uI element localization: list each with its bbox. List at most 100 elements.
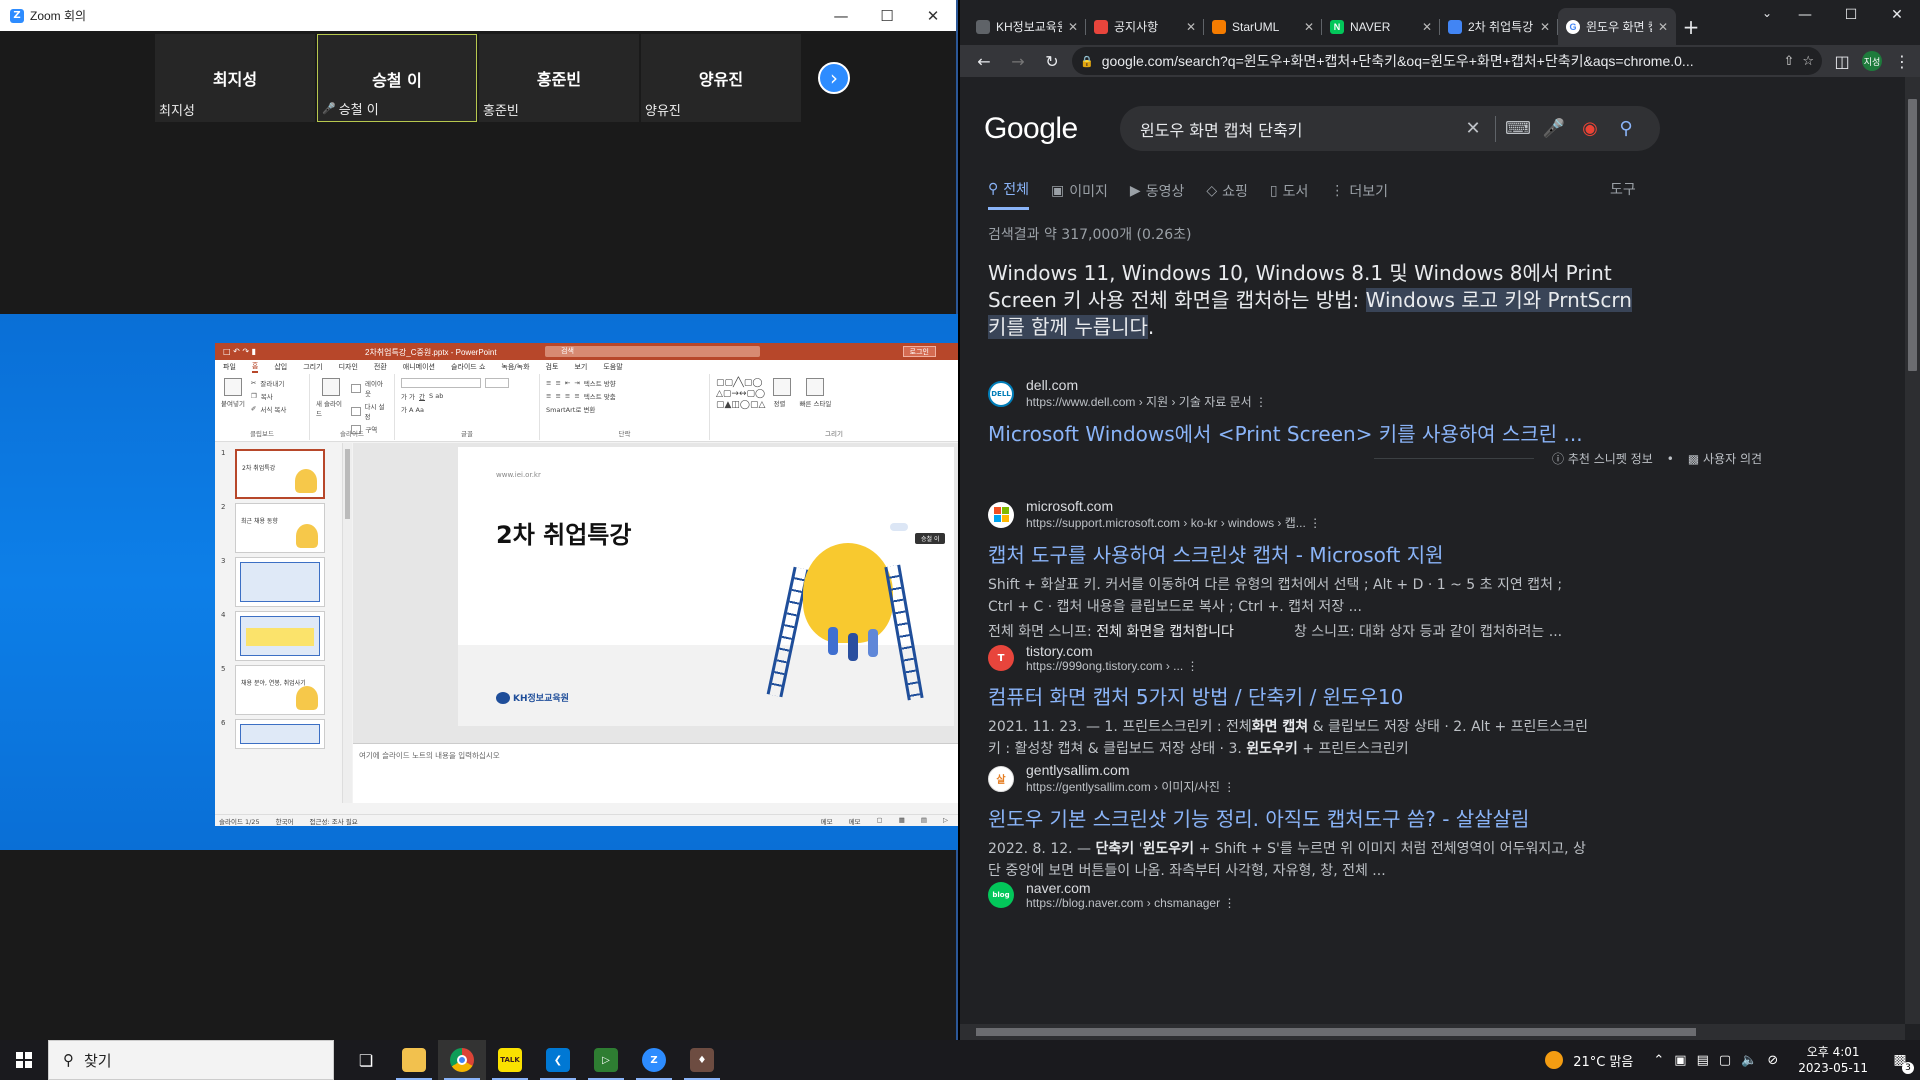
forward-button[interactable]: → <box>1004 47 1032 75</box>
close-tab-icon[interactable]: ✕ <box>1186 20 1196 34</box>
slide-title[interactable]: 2차 취업특강 <box>496 515 631 550</box>
result-title-link[interactable]: 윈도우 기본 스크린샷 기능 정리. 아직도 캡처도구 씀? - 살살살림 <box>988 803 1668 832</box>
start-button[interactable] <box>0 1040 48 1080</box>
ppt-tab[interactable]: 검토 <box>546 362 559 372</box>
task-view-button[interactable]: ❏ <box>342 1040 390 1080</box>
google-tab[interactable]: ◇ 쇼핑 <box>1206 179 1248 210</box>
taskbar-chrome[interactable] <box>438 1040 486 1080</box>
text-direction-button[interactable]: 텍스트 방향 <box>584 378 616 388</box>
align-left-icon[interactable]: ≡ <box>546 392 551 400</box>
result-site[interactable]: microsoft.com https://support.microsoft.… <box>988 498 1668 531</box>
close-tab-icon[interactable]: ✕ <box>1304 20 1314 34</box>
participant-tile[interactable]: 양유진 양유진 <box>641 34 801 122</box>
taskbar-kakaotalk[interactable]: TALK <box>486 1040 534 1080</box>
microphone-icon[interactable]: 🎤 <box>1536 118 1572 139</box>
chrome-close-button[interactable]: ✕ <box>1874 0 1920 30</box>
zoom-minimize-button[interactable]: — <box>818 0 864 31</box>
chrome-minimize-button[interactable]: — <box>1782 0 1828 30</box>
status-notes-button[interactable]: 메모 <box>821 816 833 826</box>
slideshow-icon[interactable]: ▷ <box>943 816 948 826</box>
result-title-link[interactable]: Microsoft Windows에서 <Print Screen> 키를 사용… <box>988 418 1668 447</box>
ppt-tab[interactable]: 전환 <box>374 362 387 372</box>
feedback-link[interactable]: ▩ 사용자 의견 <box>1688 450 1762 467</box>
thumbnail-scrollbar[interactable] <box>343 443 352 803</box>
taskbar-zoom[interactable]: Z <box>630 1040 678 1080</box>
chrome-tab[interactable]: 공지사항 ✕ <box>1086 8 1204 45</box>
scroll-thumb[interactable] <box>1908 99 1917 371</box>
close-tab-icon[interactable]: ✕ <box>1068 20 1078 34</box>
tab-search-button[interactable]: ⌄ <box>1762 6 1772 20</box>
zoom-close-button[interactable]: ✕ <box>910 0 956 31</box>
back-button[interactable]: ← <box>970 47 998 75</box>
notification-center-button[interactable]: ▩ 3 <box>1888 1048 1914 1074</box>
result-site[interactable]: blog naver.com https://blog.naver.com › … <box>988 880 1668 910</box>
network-icon[interactable]: ▤ <box>1697 1053 1709 1068</box>
participant-tile[interactable]: 최지성 최지성 <box>155 34 315 122</box>
ppt-search-box[interactable]: 검색 <box>545 346 760 357</box>
more-vert-icon[interactable]: ⋮ <box>1309 516 1321 530</box>
outdent-icon[interactable]: ⇥ <box>574 379 579 387</box>
chrome-tab[interactable]: G 윈도우 화면 캡쳐 단축키 ✕ <box>1558 8 1676 45</box>
keyboard-icon[interactable]: ⌨ <box>1500 118 1536 139</box>
clear-search-icon[interactable]: ✕ <box>1455 118 1491 139</box>
taskbar-game-app[interactable]: ♦ <box>678 1040 726 1080</box>
taskbar-clock[interactable]: 오후 4:01 2023-05-11 <box>1798 1044 1868 1076</box>
justify-icon[interactable]: ≡ <box>574 392 579 400</box>
google-tab[interactable]: ▯ 도서 <box>1270 179 1308 210</box>
taskbar-file-explorer[interactable] <box>390 1040 438 1080</box>
slide-thumbnail[interactable] <box>235 611 325 661</box>
font-size-dropdown[interactable] <box>485 378 509 388</box>
slide-thumbnail[interactable] <box>235 719 325 749</box>
google-tab[interactable]: ⚲ 전체 <box>988 179 1030 210</box>
ppt-tab[interactable]: 파일 <box>223 362 236 372</box>
close-tab-icon[interactable]: ✕ <box>1540 20 1550 34</box>
slide-thumbnail[interactable]: 채용 분야, 연봉, 취업사기 <box>235 665 325 715</box>
arrange-button[interactable]: 정렬 <box>773 378 792 411</box>
address-bar[interactable]: 🔒 google.com/search?q=윈도우+화면+캡처+단축키&oq=윈… <box>1072 47 1822 75</box>
search-icon[interactable]: ⚲ <box>1608 118 1644 139</box>
result-title-link[interactable]: 캡처 도구를 사용하여 스크린샷 캡처 - Microsoft 지원 <box>988 539 1668 568</box>
ppt-tab[interactable]: 보기 <box>574 362 587 372</box>
google-tab[interactable]: ▣ 이미지 <box>1051 179 1108 210</box>
copy-button[interactable]: ❐ 복사 <box>251 391 286 401</box>
profile-avatar[interactable]: 지성 <box>1862 51 1882 71</box>
ppt-tab[interactable]: 애니메이션 <box>403 362 435 372</box>
share-icon[interactable]: ⇧ <box>1783 54 1794 69</box>
google-logo[interactable]: Google <box>984 112 1078 146</box>
status-accessibility[interactable]: 접근성: 조사 필요 <box>310 816 358 826</box>
volume-muted-icon[interactable]: 🔈 <box>1741 1053 1757 1068</box>
reset-button[interactable]: 다시 설정 <box>351 401 388 421</box>
slide-thumbnail[interactable]: 2차 취업특강 <box>235 449 325 499</box>
result-site[interactable]: DELL dell.com https://www.dell.com › 지원 … <box>988 377 1668 410</box>
meet-now-icon[interactable]: ▣ <box>1674 1053 1686 1068</box>
new-tab-button[interactable]: + <box>1676 8 1706 45</box>
numbering-icon[interactable]: ≡ <box>555 379 560 387</box>
close-tab-icon[interactable]: ✕ <box>1422 20 1432 34</box>
result-title-link[interactable]: 컴퓨터 화면 캡처 5가지 방법 / 단축키 / 윈도우10 <box>988 681 1668 710</box>
format-painter-button[interactable]: ✐ 서식 복사 <box>251 404 286 414</box>
about-snippet-link[interactable]: ⓘ 추천 스니펫 정보 <box>1552 450 1653 467</box>
ppt-tab[interactable]: 디자인 <box>339 362 358 372</box>
more-vert-icon[interactable]: ⋮ <box>1255 395 1267 409</box>
align-right-icon[interactable]: ≡ <box>565 392 570 400</box>
taskbar-vscode[interactable]: ❮ <box>534 1040 582 1080</box>
shapes-gallery[interactable]: ▢▢╱╲▢◯ △▢→↔▢◯ ▢▲◫◯▢△ <box>716 378 765 411</box>
chrome-maximize-button[interactable]: ☐ <box>1828 0 1874 30</box>
slide-notes-input[interactable]: 여기에 슬라이드 노트의 내용을 입력하십시오 <box>353 743 958 803</box>
scroll-thumb[interactable] <box>345 449 350 519</box>
ppt-quick-access-icon[interactable]: □ ↶ ↷ ▮ <box>223 347 256 356</box>
page-horizontal-scrollbar[interactable] <box>960 1024 1905 1040</box>
lens-camera-icon[interactable]: ◉ <box>1572 118 1608 139</box>
layout-button[interactable]: 레이아웃 <box>351 378 388 398</box>
taskbar-media-app[interactable]: ▷ <box>582 1040 630 1080</box>
chrome-tab[interactable]: KH정보교육원 ✕ <box>968 8 1086 45</box>
font-format-buttons[interactable]: 가 가 간 S ab <box>401 391 533 401</box>
search-query-input[interactable]: 윈도우 화면 캡쳐 단축키 <box>1140 117 1455 141</box>
current-slide[interactable]: www.iei.or.kr 2차 취업특강 KH정보교육원 <box>458 447 954 726</box>
quick-styles-button[interactable]: 빠른 스타일 <box>799 378 831 411</box>
google-tools-button[interactable]: 도구 <box>1610 179 1636 199</box>
indent-icon[interactable]: ⇤ <box>565 379 570 387</box>
address-bar-url[interactable]: google.com/search?q=윈도우+화면+캡처+단축키&oq=윈도우… <box>1102 51 1776 71</box>
normal-view-icon[interactable]: ▢ <box>877 816 883 826</box>
smartart-button[interactable]: SmartArt로 변환 <box>546 404 595 414</box>
